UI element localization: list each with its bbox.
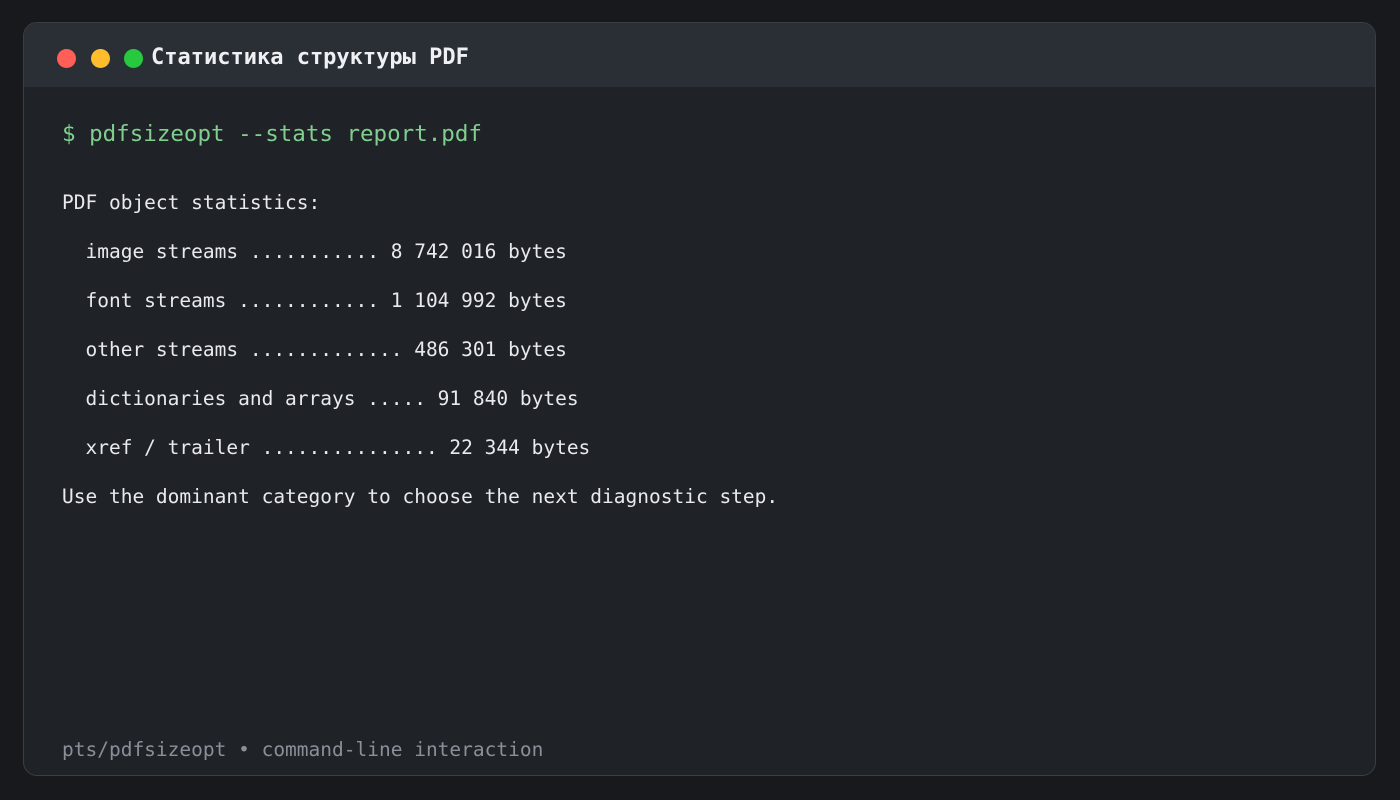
command-prompt-line: $ pdfsizeopt --stats report.pdf	[62, 121, 482, 147]
footer-caption: pts/pdfsizeopt • command-line interactio…	[62, 738, 544, 761]
stats-header: PDF object statistics:	[62, 191, 321, 214]
terminal-output: $ pdfsizeopt --stats report.pdf PDF obje…	[62, 119, 1345, 508]
stat-line-dictionaries: dictionaries and arrays ..... 91 840 byt…	[62, 387, 579, 410]
minimize-window-button[interactable]	[91, 49, 110, 68]
stat-line-xref-trailer: xref / trailer ............... 22 344 by…	[62, 436, 591, 459]
title-bar: Статистика структуры PDF	[24, 23, 1375, 87]
window-title: Статистика структуры PDF	[151, 45, 469, 70]
stat-line-image-streams: image streams ........... 8 742 016 byte…	[62, 240, 567, 263]
maximize-window-button[interactable]	[124, 49, 143, 68]
advice-line: Use the dominant category to choose the …	[62, 485, 779, 508]
stat-line-other-streams: other streams ............. 486 301 byte…	[62, 338, 567, 361]
terminal-window: Статистика структуры PDF $ pdfsizeopt --…	[23, 22, 1376, 776]
close-window-button[interactable]	[57, 49, 76, 68]
stat-line-font-streams: font streams ............ 1 104 992 byte…	[62, 289, 567, 312]
